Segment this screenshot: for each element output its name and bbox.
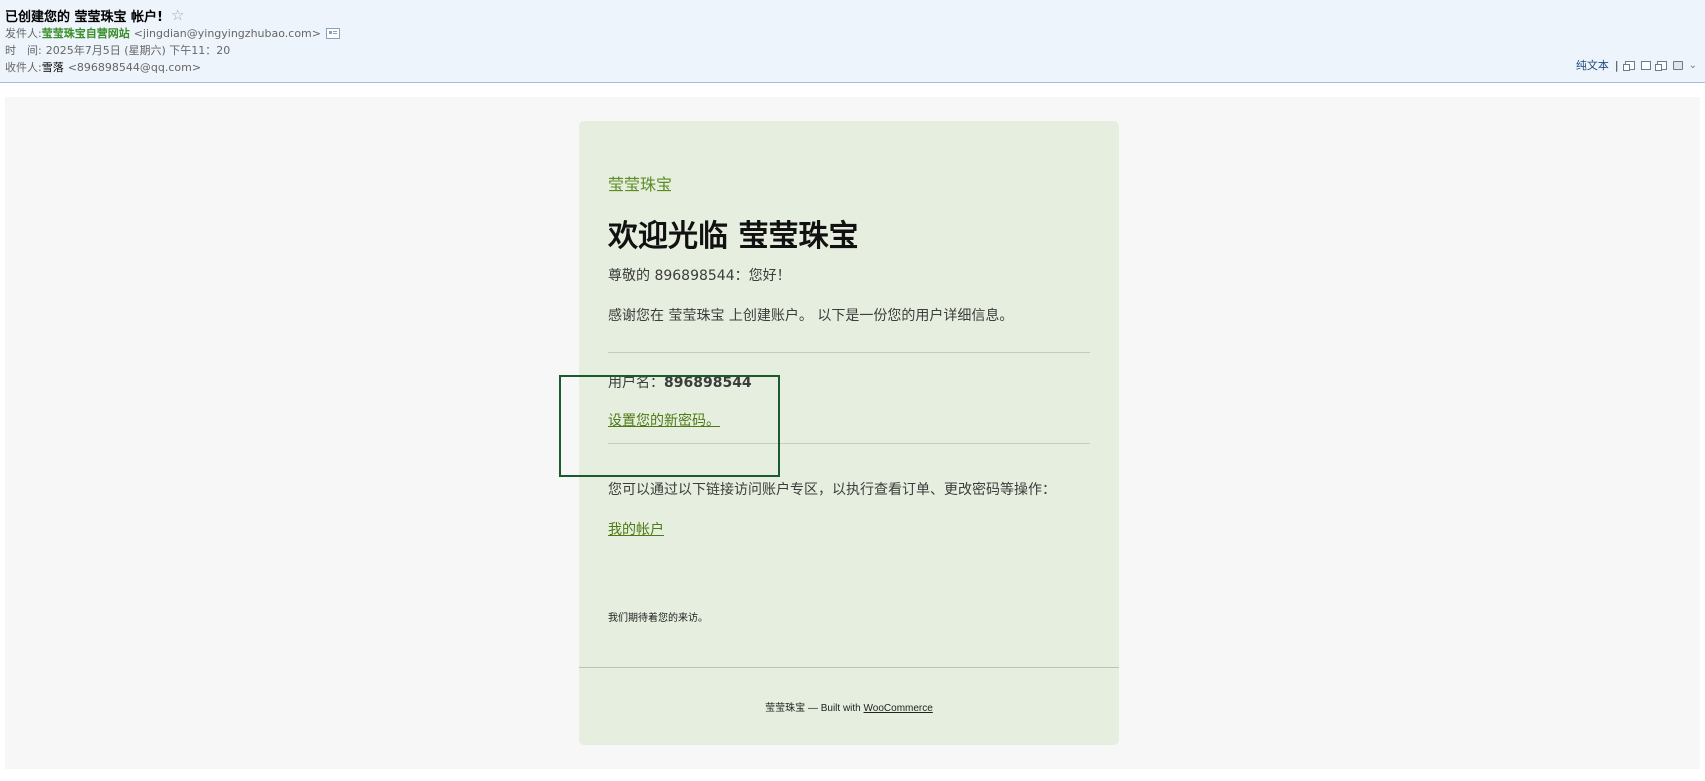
mail-header: 已创建您的 莹莹珠宝 帐户! ☆ 发件人: 莹莹珠宝自营网站 <jingdian… bbox=[0, 0, 1705, 83]
popout-icon[interactable] bbox=[1654, 60, 1667, 71]
contact-card-icon[interactable] bbox=[325, 27, 340, 39]
woocommerce-link[interactable]: WooCommerce bbox=[864, 703, 933, 714]
from-row: 发件人: 莹莹珠宝自营网站 <jingdian@yingyingzhubao.c… bbox=[5, 25, 340, 41]
time-value: 2025年7月5日 (星期六) 下午11：20 bbox=[45, 44, 231, 57]
account-text: 您可以通过以下链接访问账户专区，以执行查看订单、更改密码等操作： bbox=[608, 482, 1056, 498]
sender-address: <jingdian@yingyingzhubao.com> bbox=[133, 26, 321, 40]
chevron-down-icon[interactable]: ⌄ bbox=[1689, 60, 1697, 71]
tool-separator: | bbox=[1614, 58, 1619, 72]
my-account-link[interactable]: 我的帐户 bbox=[608, 519, 664, 539]
divider-bottom bbox=[608, 443, 1090, 444]
subject-row: 已创建您的 莹莹珠宝 帐户! ☆ bbox=[5, 5, 184, 25]
recipient-address: <896898544@qq.com> bbox=[67, 60, 202, 74]
email-card: 莹莹珠宝 欢迎光临 莹莹珠宝 尊敬的 896898544：您好！ 感谢您在 莹莹… bbox=[559, 121, 1119, 745]
brand-name: 莹莹珠宝 bbox=[608, 175, 673, 194]
mail-body: 莹莹珠宝 欢迎光临 莹莹珠宝 尊敬的 896898544：您好！ 感谢您在 莹莹… bbox=[5, 97, 1700, 769]
closing-text: 我们期待着您的来访。 bbox=[608, 613, 708, 624]
divider-top bbox=[608, 352, 1090, 353]
fullscreen-icon[interactable] bbox=[1640, 60, 1651, 70]
footer-divider bbox=[579, 667, 1119, 668]
mail-subject: 已创建您的 莹莹珠宝 帐户! bbox=[5, 9, 163, 25]
time-row: 时 间: 2025年7月5日 (星期六) 下午11：20 bbox=[5, 42, 230, 58]
to-row: 收件人: 雪落 <896898544@qq.com> bbox=[5, 59, 201, 75]
plaintext-link[interactable]: 纯文本 bbox=[1576, 57, 1609, 73]
from-label: 发件人: bbox=[5, 27, 42, 40]
set-password-link[interactable]: 设置您的新密码。 bbox=[608, 410, 720, 430]
email-footer: 莹莹珠宝 — Built with WooCommerce bbox=[579, 699, 1119, 714]
recipient-name[interactable]: 雪落 bbox=[42, 59, 64, 75]
sender-name-link[interactable]: 莹莹珠宝自营网站 bbox=[42, 25, 130, 41]
email-title: 欢迎光临 莹莹珠宝 bbox=[608, 219, 859, 254]
username-label: 用户名： bbox=[608, 375, 664, 391]
new-window-icon[interactable] bbox=[1622, 60, 1635, 71]
to-label: 收件人: bbox=[5, 61, 42, 74]
thanks-text: 感谢您在 莹莹珠宝 上创建账户。 以下是一份您的用户详细信息。 bbox=[608, 308, 1014, 324]
username-row: 用户名：896898544 bbox=[608, 372, 752, 392]
username-value: 896898544 bbox=[664, 375, 752, 391]
star-icon[interactable]: ☆ bbox=[171, 7, 184, 23]
header-tools: 纯文本 | ⌄ bbox=[1576, 57, 1697, 73]
greeting-text: 尊敬的 896898544：您好！ bbox=[608, 268, 791, 284]
footer-text: 莹莹珠宝 — Built with bbox=[765, 703, 864, 714]
time-label: 时 间: bbox=[5, 44, 42, 57]
print-icon[interactable] bbox=[1672, 60, 1683, 70]
